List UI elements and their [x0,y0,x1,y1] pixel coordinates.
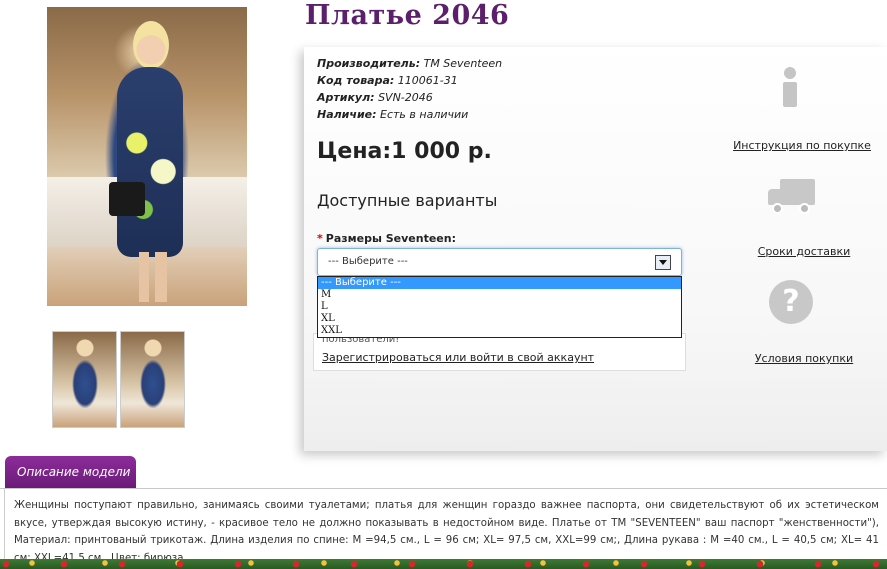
article-row: Артикул: SVN-2046 [317,91,433,104]
required-mark: * [317,232,323,245]
size-option-m[interactable]: M [318,289,681,301]
manufacturer-row: Производитель: TM Seventeen [317,57,503,70]
photo-handbag [109,182,145,216]
product-price: Цена:1 000 р. [317,139,492,164]
size-select[interactable]: --- Выберите --- [317,248,682,276]
page-title: Платье 2046 [305,0,510,31]
question-icon: ? [769,280,813,324]
article-value: SVN-2046 [378,91,433,104]
tab-description[interactable]: Описание модели [5,456,136,489]
variants-heading: Доступные варианты [317,191,498,210]
chevron-down-icon[interactable] [655,255,671,270]
size-dropdown-list: --- Выберите --- M L XL XXL [317,276,682,338]
info-icon [779,67,801,107]
size-option-placeholder[interactable]: --- Выберите --- [318,277,681,289]
product-info-panel: Производитель: TM Seventeen Код товара: … [304,47,887,451]
size-option-xl[interactable]: XL [318,313,681,325]
product-description: Женщины поступают правильно, занимаясь с… [4,489,887,569]
truck-icon [766,177,816,217]
purchase-instruction-link[interactable]: Инструкция по покупке [722,139,882,152]
photo-model-dress [117,67,183,257]
availability-row: Наличие: Есть в наличии [317,108,469,121]
register-login-link[interactable]: Зарегистрироваться или войти в свой акка… [322,351,685,364]
size-option-xxl[interactable]: XXL [318,325,681,337]
size-option-l[interactable]: L [318,301,681,313]
purchase-terms-link[interactable]: Условия покупки [734,352,874,365]
product-code-row: Код товара: 110061-31 [317,74,458,87]
product-main-photo[interactable] [47,7,247,306]
decorative-garland [0,559,887,569]
product-thumbnail-1[interactable] [52,331,117,428]
availability-value: Есть в наличии [380,108,469,121]
delivery-terms-link[interactable]: Сроки доставки [734,245,874,258]
product-thumbnail-2[interactable] [120,331,185,428]
product-code-value: 110061-31 [397,74,458,87]
product-meta: Производитель: TM Seventeen Код товара: … [317,55,502,123]
photo-model-legs [139,252,167,302]
manufacturer-value: TM Seventeen [423,57,503,70]
size-select-value: --- Выберите --- [328,256,408,267]
size-label: * Размеры Seventeen: [317,232,456,245]
photo-model-head [133,21,169,69]
login-note: пользователи! Зарегистрироваться или вой… [313,333,686,371]
